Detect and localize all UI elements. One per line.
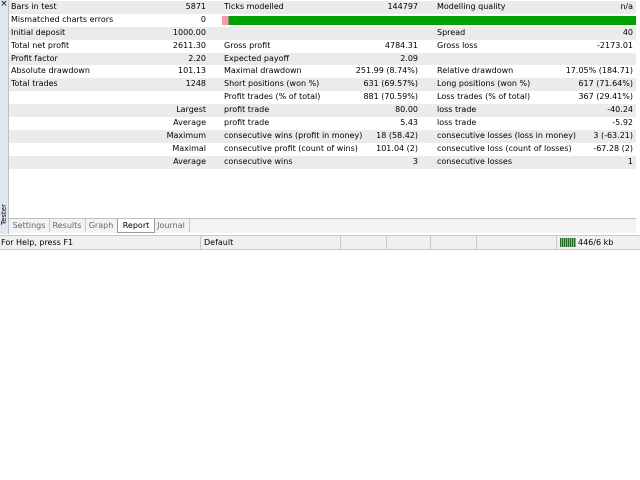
table-row: Average profit trade 5.43 loss trade -5.92 [9, 117, 636, 130]
row-value: 18 (58.42) [376, 130, 418, 140]
row-value: 251.99 (8.74%) [355, 66, 418, 76]
table-row: Profit factor 2.20 Expected payoff 2.09 [9, 52, 636, 66]
table-row: Average consecutive wins 3 consecutive loss… [9, 155, 636, 169]
row-value: 144797 [387, 2, 418, 11]
row-value: Maximal [172, 143, 206, 153]
row-value: 101.04 (2) [376, 143, 418, 153]
status-traffic: 446/6 kb [556, 236, 640, 249]
row-value: n/a [620, 2, 633, 11]
table-row: Largest profit trade 80.00 loss trade -40.24 [9, 104, 636, 118]
tab-settings[interactable]: Settings [9, 219, 50, 232]
tester-panel-label: Tester [0, 204, 8, 225]
tester-tabs: Settings Results Graph Report Journal [9, 218, 636, 233]
status-traffic-text: 446/6 kb [578, 238, 614, 247]
status-cell-empty-1 [340, 236, 386, 249]
row-value: 80.00 [395, 105, 418, 115]
connection-icon [560, 238, 576, 247]
row-value: 2.20 [188, 53, 206, 63]
table-row: Maximum consecutive wins (profit in money… [9, 129, 636, 143]
table-row: Total trades 1248 Short positions (won %) 6… [9, 78, 636, 92]
tab-report[interactable]: Report [117, 219, 155, 233]
row-value: Average [173, 118, 206, 128]
report-table: Bars in test 5871 Ticks modelled 144797 Mode… [9, 1, 636, 169]
row-value: 3 [412, 156, 418, 166]
status-profile-text: Default [204, 238, 234, 247]
status-help: For Help, press F1 [0, 236, 200, 249]
row-value: -5.92 [612, 118, 633, 128]
tab-journal[interactable]: Journal [153, 219, 190, 232]
table-row: Total net profit 2611.30 Gross profit 4784.… [9, 40, 636, 53]
row-value: -2173.01 [597, 40, 633, 50]
row-value: 0 [200, 14, 206, 24]
status-cell-empty-4 [476, 236, 556, 249]
row-value: 1 [627, 156, 633, 166]
row-value: 5.43 [400, 118, 418, 128]
table-row: Initial deposit 1000.00 Spread 40 [9, 26, 636, 40]
status-bar: For Help, press F1 Default 446/6 kb [0, 235, 640, 250]
modelling-quality-marker [222, 15, 229, 25]
row-value: 4784.31 [384, 40, 418, 50]
row-value: 3 (-63.21) [593, 130, 633, 140]
row-value: 1000.00 [172, 27, 206, 37]
row-value: 881 (70.59%) [363, 92, 418, 102]
status-cell-empty-3 [430, 236, 476, 249]
row-value: 17.05% (184.71) [565, 66, 633, 76]
row-value: 5871 [185, 2, 206, 11]
tab-graph[interactable]: Graph [85, 219, 118, 232]
table-row: Mismatched charts errors 0 [9, 13, 636, 27]
row-value: 2.09 [400, 53, 418, 63]
row-value: 1248 [185, 79, 206, 89]
table-row: Bars in test 5871 Ticks modelled 144797 Mode… [9, 1, 636, 14]
table-row: Absolute drawdown 101.13 Maximal drawdown 2… [9, 65, 636, 78]
row-value: 617 (71.64%) [578, 79, 633, 89]
tab-results[interactable]: Results [49, 219, 86, 232]
row-value: Maximum [166, 130, 206, 140]
row-value: 101.13 [178, 66, 206, 76]
status-help-text: For Help, press F1 [1, 238, 74, 247]
row-value: Largest [176, 105, 206, 115]
status-cell-empty-2 [386, 236, 430, 249]
row-value: -40.24 [607, 105, 633, 115]
row-value: 40 [622, 27, 633, 37]
modelling-quality-bar [222, 15, 636, 25]
table-row: Maximal consecutive profit (count of wins… [9, 143, 636, 156]
table-row: Profit trades (% of total) 881 (70.59%) Lo… [9, 91, 636, 104]
row-value: 631 (69.57%) [363, 79, 418, 89]
status-profile: Default [200, 236, 340, 249]
tester-side-panel: × Tester [0, 0, 9, 234]
row-value: 367 (29.41%) [578, 92, 633, 102]
row-value: Average [173, 156, 206, 166]
row-value: 2611.30 [172, 40, 206, 50]
close-icon[interactable]: × [0, 0, 8, 9]
row-value: -67.28 (2) [593, 143, 633, 153]
